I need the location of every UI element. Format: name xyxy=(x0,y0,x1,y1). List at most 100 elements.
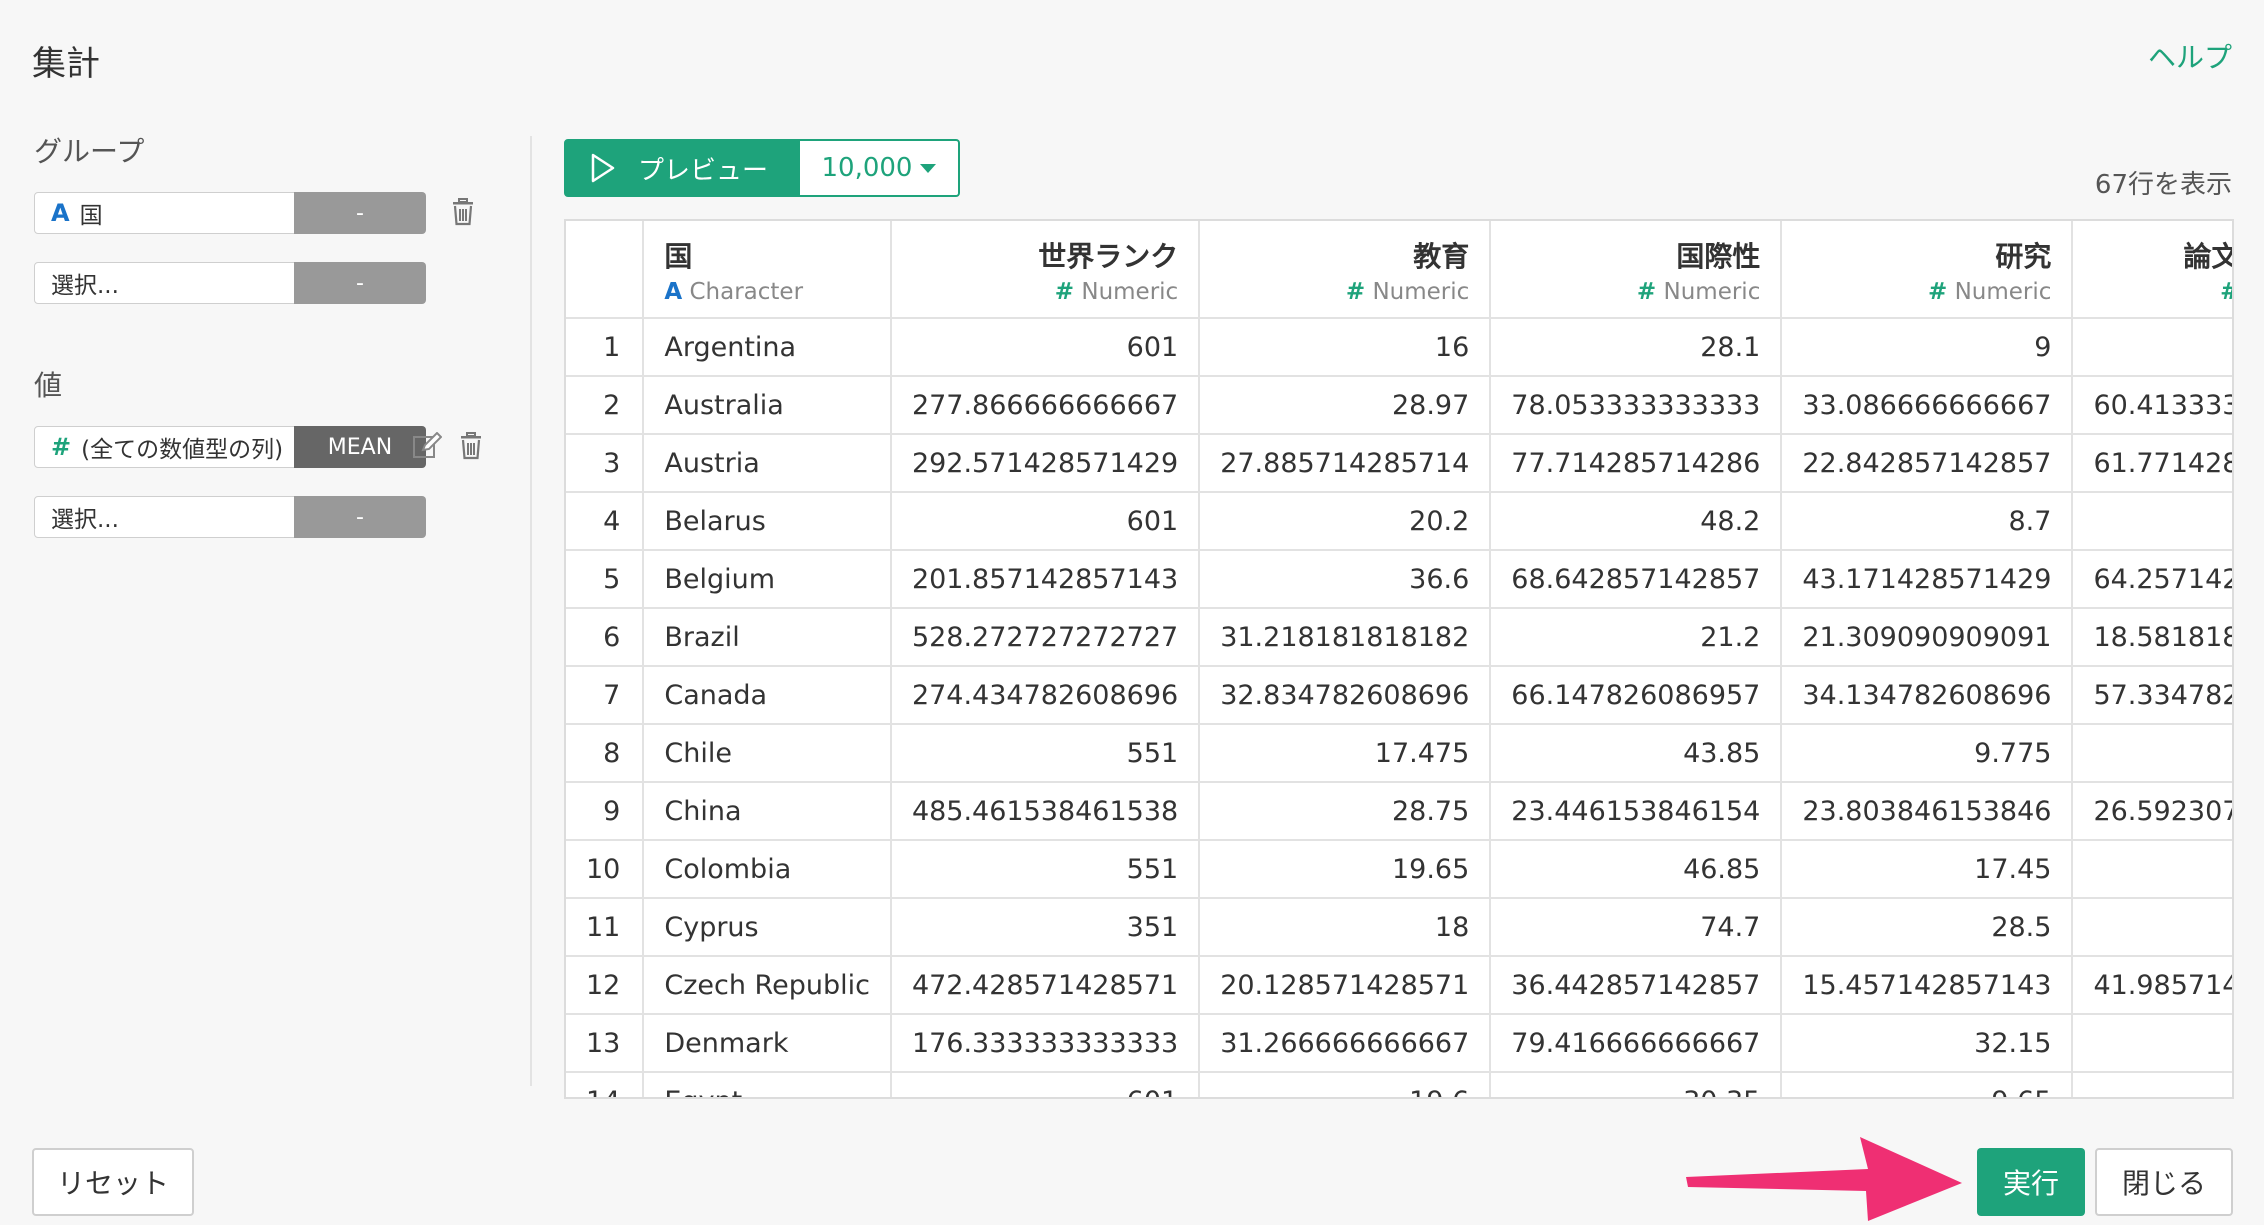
table-cell: 30.35 xyxy=(1490,1072,1783,1097)
row-number: 2 xyxy=(566,376,645,435)
column-type: # Numeric xyxy=(1802,279,2051,305)
play-icon xyxy=(591,153,615,183)
column-type-label: Numeric xyxy=(1081,279,1179,305)
table-cell: 551 xyxy=(890,840,1201,899)
table-cell: 9.65 xyxy=(1781,1072,2074,1097)
table-cell: 20.2 xyxy=(1199,492,1492,551)
table-cell: 15.457142857143 xyxy=(1781,956,2074,1015)
table-cell: 32.834782608696 xyxy=(1199,666,1492,725)
table-row: 6 Brazil 528.272727272727 31.218181818182 21… xyxy=(566,608,2232,667)
character-type-icon: A xyxy=(51,199,70,227)
column-name: 世界ランク xyxy=(1038,240,1179,273)
preview-table[interactable]: 国A Character 世界ランク # Numeric 教育 # Numeric 国際性… xyxy=(564,219,2234,1099)
column-name: 論文 xyxy=(2183,240,2234,273)
table-cell: 60.413333 xyxy=(2072,376,2232,435)
value-field-row: # (全ての数値型の列) MEAN xyxy=(34,426,514,470)
column-type-label: Numeric xyxy=(1372,279,1470,305)
table-cell: Cyprus xyxy=(643,898,892,957)
edit-icon[interactable] xyxy=(412,432,442,460)
group-aggregate-button[interactable]: - xyxy=(294,192,426,234)
column-header[interactable]: 研究 # Numeric xyxy=(1781,221,2074,319)
table-cell: Australia xyxy=(643,376,892,435)
table-cell: 74.7 xyxy=(1490,898,1783,957)
table-cell: 36.6 xyxy=(1199,550,1492,609)
table-cell: China xyxy=(643,782,892,841)
column-header[interactable]: 世界ランク # Numeric xyxy=(890,221,1201,319)
column-header[interactable]: 国際性 # Numeric xyxy=(1490,221,1783,319)
table-cell: Belgium xyxy=(643,550,892,609)
table-cell: 472.428571428571 xyxy=(890,956,1201,1015)
column-name: 国際性 xyxy=(1676,240,1761,273)
table-cell: 28.75 xyxy=(1199,782,1492,841)
table-row: 14Egypt60119.630.359.65 xyxy=(566,1072,2232,1097)
preview-count-dropdown[interactable]: 10,000 xyxy=(800,139,960,197)
trash-icon[interactable] xyxy=(458,432,484,460)
table-cell: 68.642857142857 xyxy=(1490,550,1783,609)
row-number: 3 xyxy=(566,434,645,493)
reset-button[interactable]: リセット xyxy=(32,1148,194,1216)
table-cell: 19.65 xyxy=(1199,840,1492,899)
row-number: 14 xyxy=(566,1072,645,1097)
table-cell: 23.446153846154 xyxy=(1490,782,1783,841)
table-cell: 17.475 xyxy=(1199,724,1492,783)
table-cell: 601 xyxy=(890,318,1201,377)
table-cell: 18.581818 xyxy=(2072,608,2232,667)
panel-divider xyxy=(530,136,532,1086)
table-row: 7 Canada 274.434782608696 32.834782608696 66… xyxy=(566,666,2232,725)
numeric-type-icon: # xyxy=(2220,279,2232,305)
row-number: 4 xyxy=(566,492,645,551)
help-link[interactable]: ヘルプ xyxy=(2148,36,2232,76)
row-number: 8 xyxy=(566,724,645,783)
preview-button[interactable]: プレビュー xyxy=(564,139,800,197)
numeric-type-icon: # xyxy=(1345,279,1366,305)
table-cell: 48.2 xyxy=(1490,492,1783,551)
row-number: 13 xyxy=(566,1014,645,1073)
value-select-button[interactable]: - xyxy=(294,496,426,538)
table-cell: Czech Republic xyxy=(643,956,892,1015)
run-button[interactable]: 実行 xyxy=(1977,1148,2085,1216)
trash-icon[interactable] xyxy=(450,198,476,226)
value-select-placeholder: 選択... xyxy=(51,507,119,533)
aggregate-function-button[interactable]: MEAN xyxy=(294,426,426,468)
column-type: # Numeric xyxy=(912,279,1178,305)
table-cell xyxy=(2072,840,2232,899)
table-row: 1 Argentina 601 16 28.1 9 xyxy=(566,318,2232,377)
table-cell: 34.134782608696 xyxy=(1781,666,2074,725)
column-header[interactable]: 論文 # xyxy=(2072,221,2234,319)
table-cell: 27.885714285714 xyxy=(1199,434,1492,493)
table-cell xyxy=(2072,492,2232,551)
table-row: 2 Australia 277.866666666667 28.97 78.053333… xyxy=(566,376,2232,435)
rows-shown-count: 67行を表示 xyxy=(2094,170,2232,200)
table-cell: 17.45 xyxy=(1781,840,2074,899)
table-cell: 28.5 xyxy=(1781,898,2074,957)
table-cell: Egypt xyxy=(643,1072,892,1097)
preview-label: プレビュー xyxy=(638,155,769,186)
group-field-row: A 国 - xyxy=(34,192,514,236)
table-cell: 601 xyxy=(890,492,1201,551)
table-cell: 23.803846153846 xyxy=(1781,782,2074,841)
table-row: 9 China 485.461538461538 28.75 23.4461538461… xyxy=(566,782,2232,841)
table-row: 8 Chile 551 17.475 43.85 9.775 xyxy=(566,724,2232,783)
row-number-header xyxy=(566,221,645,319)
close-button[interactable]: 閉じる xyxy=(2095,1148,2233,1216)
table-cell: Colombia xyxy=(643,840,892,899)
column-header[interactable]: 教育 # Numeric xyxy=(1199,221,1492,319)
table-cell: 20.128571428571 xyxy=(1199,956,1492,1015)
row-number: 6 xyxy=(566,608,645,667)
row-number: 1 xyxy=(566,318,645,377)
table-cell: 78.053333333333 xyxy=(1490,376,1783,435)
column-name: 研究 xyxy=(1995,240,2052,273)
column-header[interactable]: 国A Character xyxy=(643,221,892,319)
table-cell: Chile xyxy=(643,724,892,783)
group-select-button[interactable]: - xyxy=(294,262,426,304)
column-type-label: Numeric xyxy=(1954,279,2052,305)
column-name: 国 xyxy=(664,240,693,273)
table-cell: 79.416666666667 xyxy=(1490,1014,1783,1073)
table-cell: 26.592307 xyxy=(2072,782,2232,841)
table-cell: 28.1 xyxy=(1490,318,1783,377)
character-type-icon: A xyxy=(664,279,683,305)
numeric-type-icon: # xyxy=(51,433,72,461)
table-cell: 551 xyxy=(890,724,1201,783)
column-name: 教育 xyxy=(1413,240,1470,273)
table-cell: 43.171428571429 xyxy=(1781,550,2074,609)
